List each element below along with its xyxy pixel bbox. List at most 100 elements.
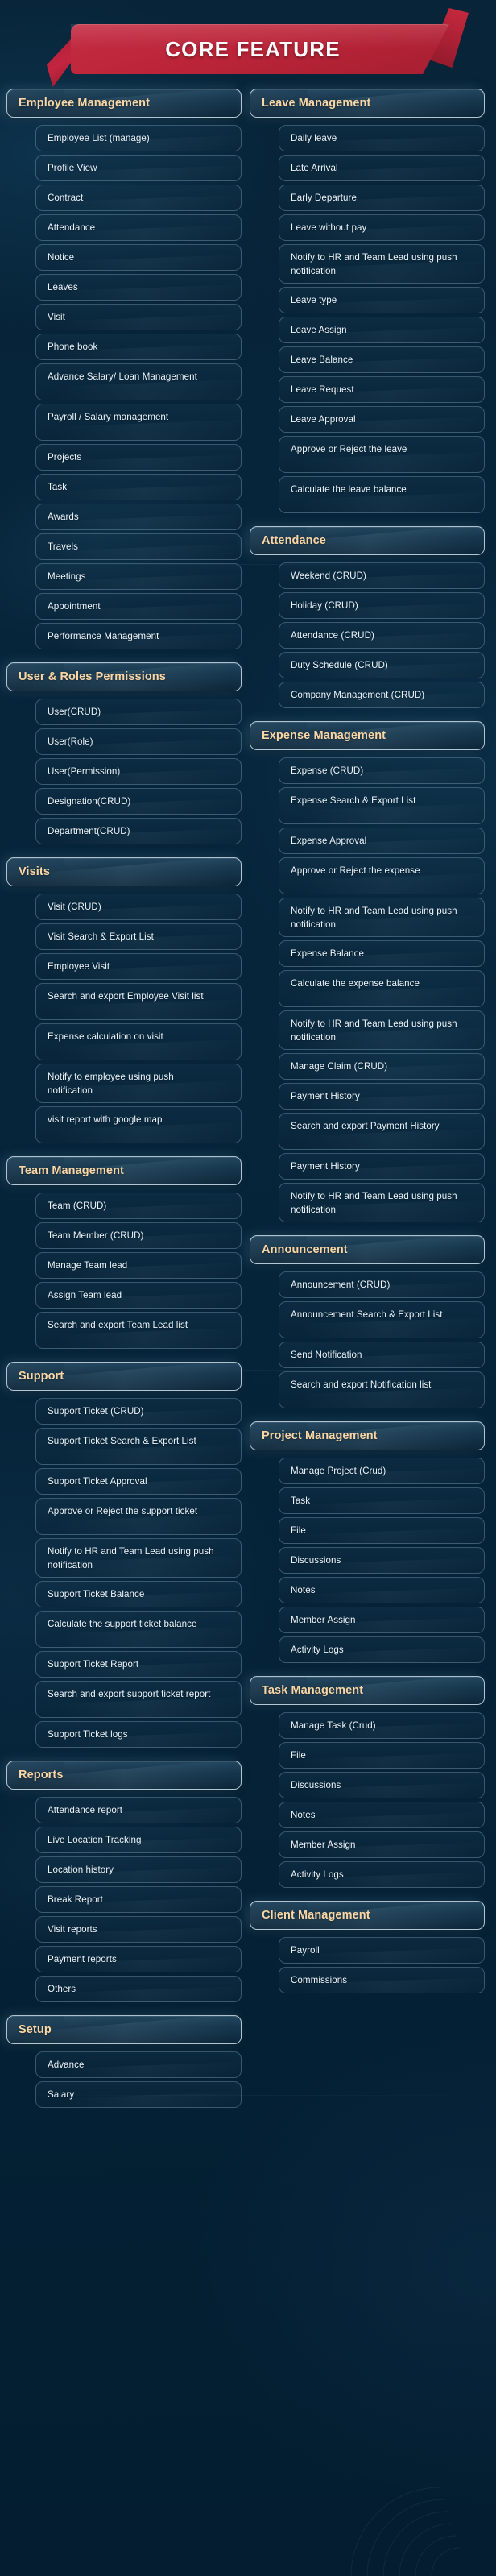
feature-item[interactable]: Support Ticket Approval bbox=[35, 1468, 242, 1495]
feature-item[interactable]: Profile View bbox=[35, 155, 242, 181]
feature-item[interactable]: Support Ticket logs bbox=[35, 1721, 242, 1748]
feature-item[interactable]: Salary bbox=[35, 2081, 242, 2108]
section-header-reports[interactable]: Reports bbox=[6, 1761, 242, 1790]
section-header-project-management[interactable]: Project Management bbox=[250, 1421, 485, 1450]
feature-item[interactable]: Expense (CRUD) bbox=[279, 757, 485, 784]
feature-item[interactable]: Projects bbox=[35, 444, 242, 471]
feature-item[interactable]: Employee List (manage) bbox=[35, 125, 242, 151]
feature-item[interactable]: Leave type bbox=[279, 287, 485, 313]
feature-item[interactable]: Expense Approval bbox=[279, 828, 485, 854]
feature-item[interactable]: Daily leave bbox=[279, 125, 485, 151]
feature-item[interactable]: visit report with google map bbox=[35, 1106, 242, 1143]
feature-item[interactable]: Payment History bbox=[279, 1083, 485, 1110]
feature-item[interactable]: Expense calculation on visit bbox=[35, 1023, 242, 1060]
feature-item[interactable]: Discussions bbox=[279, 1547, 485, 1574]
feature-item[interactable]: User(Permission) bbox=[35, 758, 242, 785]
section-header-announcement[interactable]: Announcement bbox=[250, 1235, 485, 1264]
feature-item[interactable]: Phone book bbox=[35, 334, 242, 360]
feature-item[interactable]: Duty Schedule (CRUD) bbox=[279, 652, 485, 678]
feature-item[interactable]: Notice bbox=[35, 244, 242, 271]
feature-item[interactable]: Weekend (CRUD) bbox=[279, 562, 485, 589]
feature-item[interactable]: Team Member (CRUD) bbox=[35, 1222, 242, 1249]
section-header-client-management[interactable]: Client Management bbox=[250, 1901, 485, 1930]
feature-item[interactable]: Manage Project (Crud) bbox=[279, 1458, 485, 1484]
feature-item[interactable]: User(CRUD) bbox=[35, 699, 242, 725]
feature-item[interactable]: Payment reports bbox=[35, 1946, 242, 1972]
feature-item[interactable]: Leave without pay bbox=[279, 214, 485, 241]
feature-item[interactable]: File bbox=[279, 1517, 485, 1544]
section-header-employee-management[interactable]: Employee Management bbox=[6, 89, 242, 118]
feature-item[interactable]: Visit reports bbox=[35, 1916, 242, 1943]
feature-item[interactable]: Support Ticket Search & Export List bbox=[35, 1428, 242, 1465]
feature-item[interactable]: Announcement (CRUD) bbox=[279, 1271, 485, 1298]
feature-item[interactable]: Team (CRUD) bbox=[35, 1193, 242, 1219]
feature-item[interactable]: Notes bbox=[279, 1802, 485, 1828]
feature-item[interactable]: Activity Logs bbox=[279, 1861, 485, 1888]
section-header-setup[interactable]: Setup bbox=[6, 2015, 242, 2044]
feature-item[interactable]: Travels bbox=[35, 533, 242, 560]
feature-item[interactable]: Search and export Notification list bbox=[279, 1371, 485, 1408]
feature-item[interactable]: Calculate the support ticket balance bbox=[35, 1611, 242, 1648]
section-header-support[interactable]: Support bbox=[6, 1362, 242, 1391]
feature-item[interactable]: Support Ticket Balance bbox=[35, 1581, 242, 1607]
feature-item[interactable]: Search and export Team Lead list bbox=[35, 1312, 242, 1349]
feature-item[interactable]: Support Ticket (CRUD) bbox=[35, 1398, 242, 1425]
feature-item[interactable]: Payroll / Salary management bbox=[35, 404, 242, 441]
feature-item[interactable]: Company Management (CRUD) bbox=[279, 682, 485, 708]
feature-item[interactable]: Calculate the expense balance bbox=[279, 970, 485, 1007]
feature-item[interactable]: Department(CRUD) bbox=[35, 818, 242, 844]
feature-item[interactable]: User(Role) bbox=[35, 728, 242, 755]
section-header-user-roles-permissions[interactable]: User & Roles Permissions bbox=[6, 662, 242, 691]
feature-item[interactable]: Assign Team lead bbox=[35, 1282, 242, 1309]
feature-item[interactable]: Announcement Search & Export List bbox=[279, 1301, 485, 1338]
feature-item[interactable]: Advance bbox=[35, 2051, 242, 2078]
feature-item[interactable]: Holiday (CRUD) bbox=[279, 592, 485, 619]
feature-item[interactable]: Awards bbox=[35, 504, 242, 530]
feature-item[interactable]: Manage Task (Crud) bbox=[279, 1712, 485, 1739]
section-header-team-management[interactable]: Team Management bbox=[6, 1156, 242, 1185]
section-header-attendance[interactable]: Attendance bbox=[250, 526, 485, 555]
feature-item[interactable]: Notify to HR and Team Lead using push no… bbox=[35, 1538, 242, 1578]
feature-item[interactable]: Leaves bbox=[35, 274, 242, 301]
feature-item[interactable]: Contract bbox=[35, 185, 242, 211]
feature-item[interactable]: Leave Balance bbox=[279, 346, 485, 373]
feature-item[interactable]: Appointment bbox=[35, 593, 242, 620]
feature-item[interactable]: Visit Search & Export List bbox=[35, 923, 242, 950]
feature-item[interactable]: Calculate the leave balance bbox=[279, 476, 485, 513]
feature-item[interactable]: Discussions bbox=[279, 1772, 485, 1798]
feature-item[interactable]: Leave Request bbox=[279, 376, 485, 403]
feature-item[interactable]: Member Assign bbox=[279, 1607, 485, 1633]
feature-item[interactable]: Leave Assign bbox=[279, 317, 485, 343]
feature-item[interactable]: Notify to HR and Team Lead using push no… bbox=[279, 1010, 485, 1050]
feature-item[interactable]: Search and export Employee Visit list bbox=[35, 983, 242, 1020]
feature-item[interactable]: Advance Salary/ Loan Management bbox=[35, 363, 242, 400]
feature-item[interactable]: Manage Team lead bbox=[35, 1252, 242, 1279]
feature-item[interactable]: Notify to HR and Team Lead using push no… bbox=[279, 1183, 485, 1222]
feature-item[interactable]: Commissions bbox=[279, 1967, 485, 1993]
feature-item[interactable]: Visit bbox=[35, 304, 242, 330]
feature-item[interactable]: Late Arrival bbox=[279, 155, 485, 181]
feature-item[interactable]: Notes bbox=[279, 1577, 485, 1603]
feature-item[interactable]: Leave Approval bbox=[279, 406, 485, 433]
feature-item[interactable]: Notify to HR and Team Lead using push no… bbox=[279, 898, 485, 937]
feature-item[interactable]: Performance Management bbox=[35, 623, 242, 649]
feature-item[interactable]: Approve or Reject the expense bbox=[279, 857, 485, 894]
feature-item[interactable]: Payroll bbox=[279, 1937, 485, 1964]
feature-item[interactable]: Attendance (CRUD) bbox=[279, 622, 485, 649]
feature-item[interactable]: Notify to employee using push notificati… bbox=[35, 1064, 242, 1103]
feature-item[interactable]: Live Location Tracking bbox=[35, 1827, 242, 1853]
feature-item[interactable]: Search and export Payment History bbox=[279, 1113, 485, 1150]
feature-item[interactable]: Expense Search & Export List bbox=[279, 787, 485, 824]
feature-item[interactable]: Task bbox=[35, 474, 242, 500]
feature-item[interactable]: Activity Logs bbox=[279, 1636, 485, 1663]
feature-item[interactable]: Search and export support ticket report bbox=[35, 1681, 242, 1718]
feature-item[interactable]: Employee Visit bbox=[35, 953, 242, 980]
feature-item[interactable]: Early Departure bbox=[279, 185, 485, 211]
feature-item[interactable]: Support Ticket Report bbox=[35, 1651, 242, 1678]
section-header-task-management[interactable]: Task Management bbox=[250, 1676, 485, 1705]
feature-item[interactable]: Others bbox=[35, 1976, 242, 2002]
feature-item[interactable]: Approve or Reject the support ticket bbox=[35, 1498, 242, 1535]
section-header-leave-management[interactable]: Leave Management bbox=[250, 89, 485, 118]
feature-item[interactable]: Member Assign bbox=[279, 1831, 485, 1858]
feature-item[interactable]: Location history bbox=[35, 1856, 242, 1883]
